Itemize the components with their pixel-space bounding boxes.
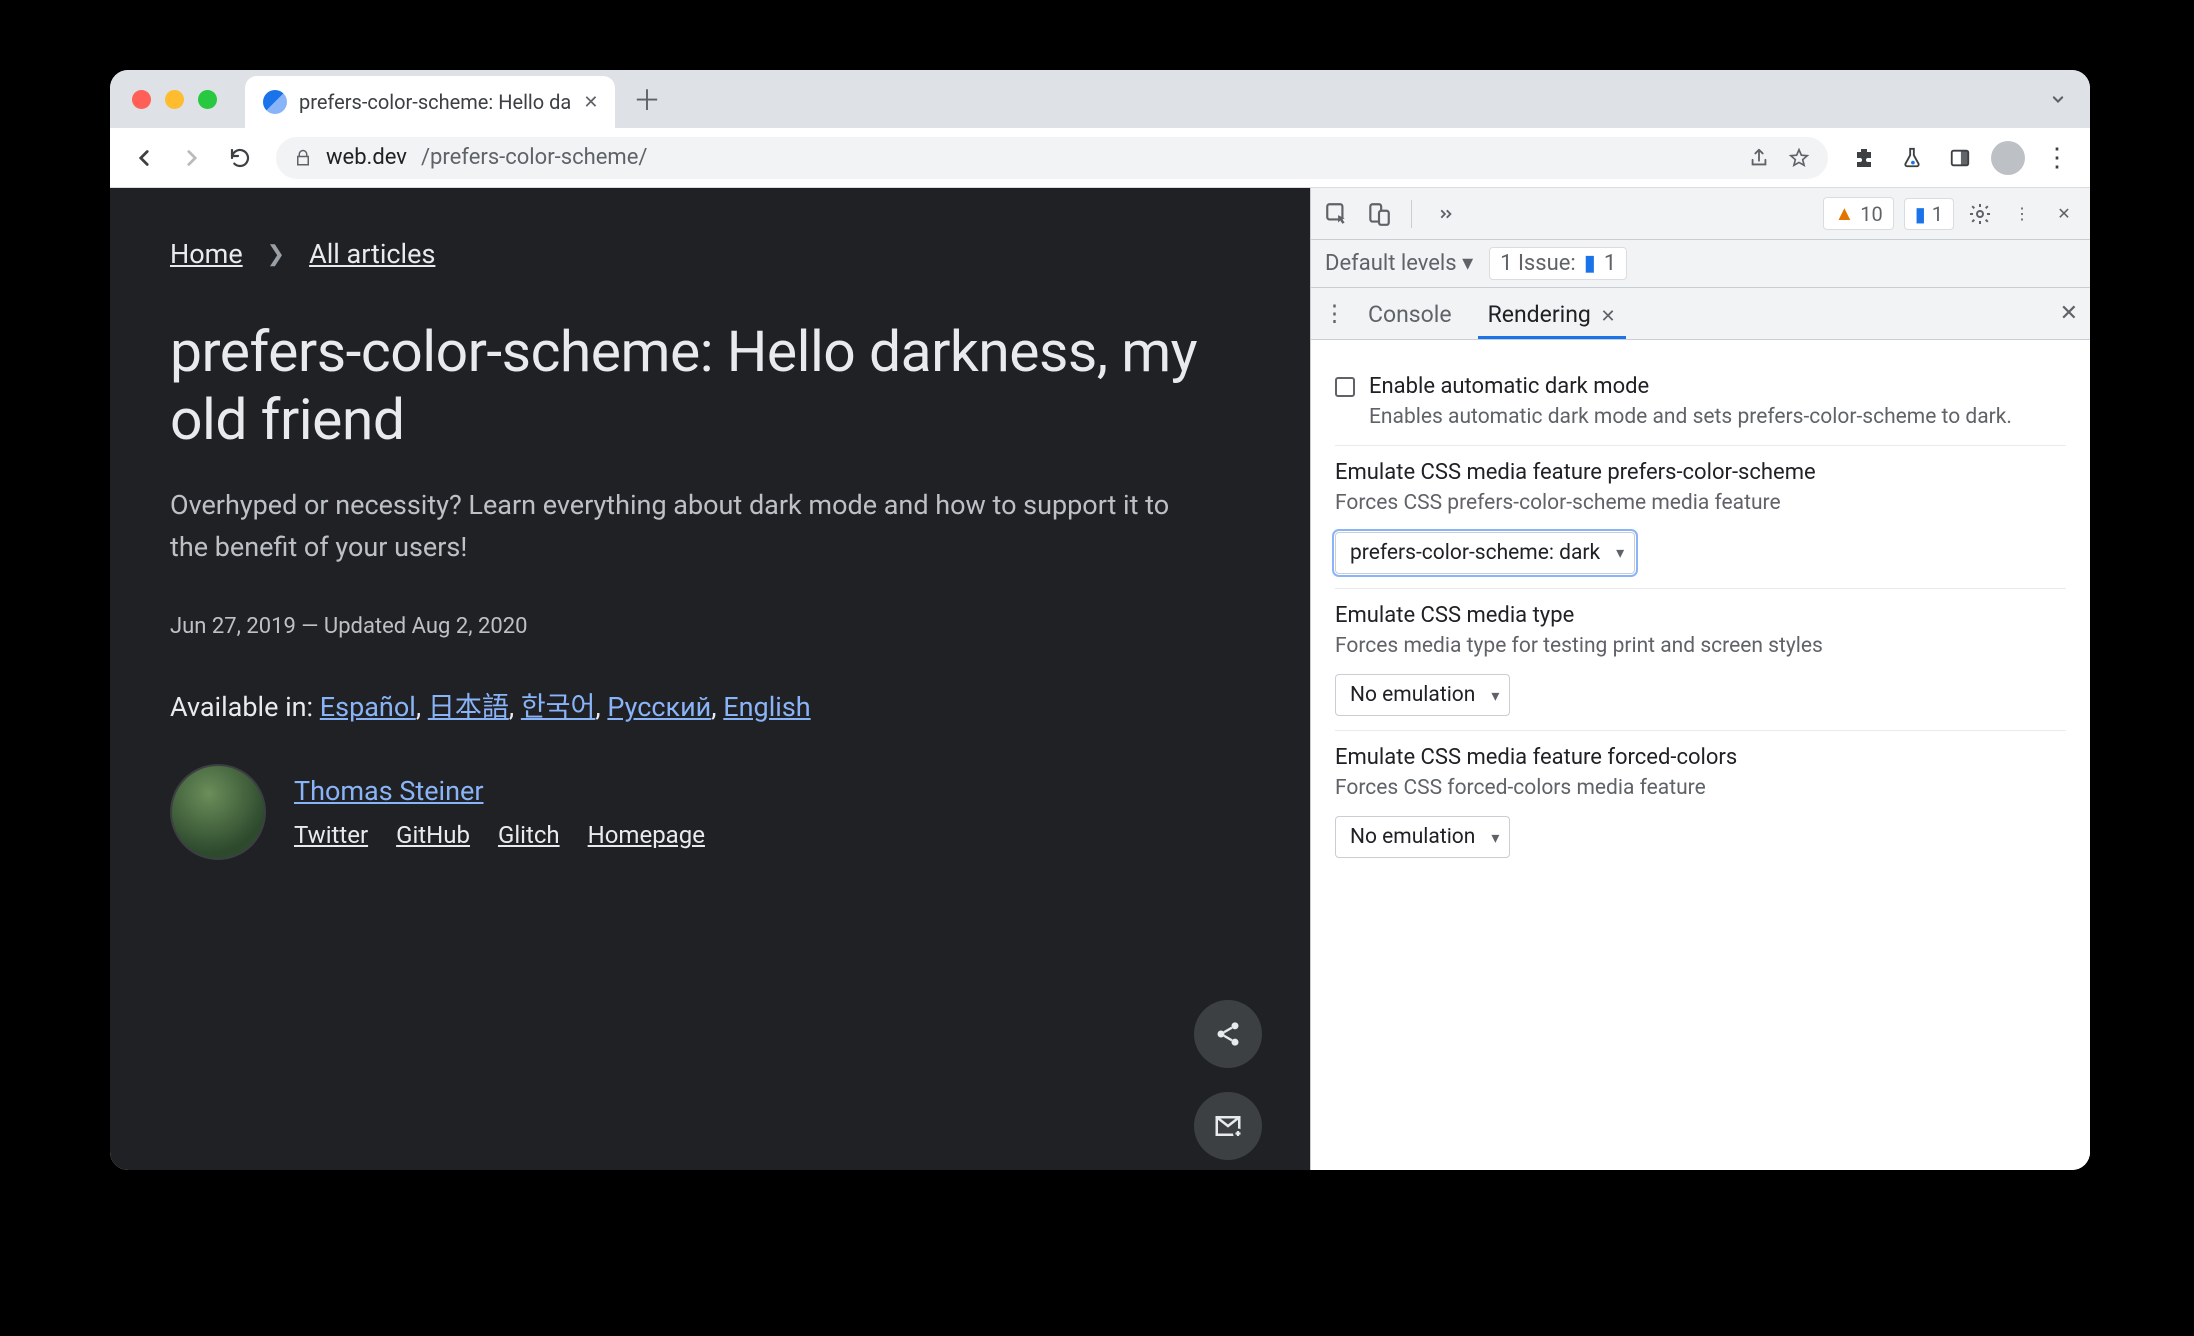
infos-badge[interactable]: ▮1 — [1904, 198, 1954, 230]
option-title: Emulate CSS media type — [1335, 603, 2066, 628]
page-title: prefers-color-scheme: Hello darkness, my… — [170, 318, 1250, 455]
log-levels-dropdown[interactable]: Default levels ▾ — [1325, 251, 1473, 276]
option-auto-dark: Enable automatic dark mode Enables autom… — [1335, 360, 2066, 446]
console-filter-bar: Default levels ▾ 1 Issue: ▮ 1 — [1311, 240, 2090, 288]
lang-link[interactable]: Español — [320, 691, 416, 723]
author-avatar[interactable] — [170, 764, 266, 860]
side-panel-icon[interactable] — [1940, 138, 1980, 178]
labs-icon[interactable] — [1892, 138, 1932, 178]
more-tabs-icon[interactable] — [1428, 198, 1460, 230]
profile-button[interactable] — [1988, 138, 2028, 178]
close-window-button[interactable] — [132, 90, 151, 109]
select-media-type[interactable]: No emulation — [1335, 674, 1510, 716]
option-desc: Forces media type for testing print and … — [1335, 632, 2066, 660]
back-button[interactable] — [124, 138, 164, 178]
bookmark-star-icon[interactable] — [1788, 147, 1810, 169]
reload-button[interactable] — [220, 138, 260, 178]
author-block: Thomas Steiner Twitter GitHub Glitch Hom… — [170, 764, 1250, 860]
main-split: Home ❯ All articles prefers-color-scheme… — [110, 188, 2090, 1170]
chevron-right-icon: ❯ — [267, 242, 285, 267]
forward-button[interactable] — [172, 138, 212, 178]
maximize-window-button[interactable] — [198, 90, 217, 109]
author-link-glitch[interactable]: Glitch — [498, 821, 560, 849]
select-forced-colors[interactable]: No emulation — [1335, 816, 1510, 858]
browser-window: prefers-color-scheme: Hello da ✕ ＋ web.d… — [110, 70, 2090, 1170]
infos-count: 1 — [1932, 202, 1943, 226]
issue-icon: ▮ — [1584, 251, 1596, 276]
lang-link[interactable]: 日本語 — [428, 691, 509, 723]
drawer-close-button[interactable]: ✕ — [2060, 301, 2078, 326]
option-title: Enable automatic dark mode — [1369, 374, 2012, 399]
option-forced-colors: Emulate CSS media feature forced-colors … — [1335, 731, 2066, 872]
author-name-link[interactable]: Thomas Steiner — [294, 775, 705, 807]
warnings-count: 10 — [1860, 202, 1882, 226]
info-icon: ▮ — [1915, 202, 1926, 226]
page-dateline: Jun 27, 2019 — Updated Aug 2, 2020 — [170, 614, 1250, 639]
share-icon[interactable] — [1748, 147, 1770, 169]
author-link-twitter[interactable]: Twitter — [294, 821, 368, 849]
extensions-button[interactable] — [1844, 138, 1884, 178]
devtools-toolbar: ▲10 ▮1 ⋮ ✕ — [1311, 188, 2090, 240]
drawer-menu-icon[interactable]: ⋮ — [1323, 300, 1346, 327]
devtools-menu-icon[interactable]: ⋮ — [2006, 198, 2038, 230]
devtools-close-button[interactable]: ✕ — [2048, 198, 2080, 230]
lang-link[interactable]: 한국어 — [521, 691, 596, 723]
option-desc: Forces CSS prefers-color-scheme media fe… — [1335, 489, 2066, 517]
breadcrumb: Home ❯ All articles — [170, 238, 1250, 270]
page-subtitle: Overhyped or necessity? Learn everything… — [170, 485, 1200, 569]
url-path: /prefers-color-scheme/ — [421, 145, 647, 170]
breadcrumb-home[interactable]: Home — [170, 238, 243, 270]
lang-link[interactable]: Русский — [607, 691, 711, 723]
subscribe-fab[interactable] — [1194, 1092, 1262, 1160]
warning-icon: ▲ — [1834, 201, 1854, 226]
option-desc: Enables automatic dark mode and sets pre… — [1369, 403, 2012, 431]
option-media-type: Emulate CSS media type Forces media type… — [1335, 589, 2066, 731]
minimize-window-button[interactable] — [165, 90, 184, 109]
new-tab-button[interactable]: ＋ — [633, 79, 661, 119]
close-icon[interactable]: ✕ — [1601, 306, 1616, 327]
devtools-panel: ▲10 ▮1 ⋮ ✕ Default levels ▾ 1 Issue: ▮ 1… — [1310, 188, 2090, 1170]
favicon-icon — [263, 90, 287, 114]
option-title: Emulate CSS media feature prefers-color-… — [1335, 460, 2066, 485]
menu-button[interactable]: ⋮ — [2036, 138, 2076, 178]
lang-link[interactable]: English — [723, 691, 810, 723]
issues-count: 1 — [1604, 251, 1616, 276]
address-actions — [1748, 147, 1810, 169]
inspect-element-icon[interactable] — [1321, 198, 1353, 230]
browser-toolbar: web.dev/prefers-color-scheme/ ⋮ — [110, 128, 2090, 188]
lock-icon — [294, 149, 312, 167]
tab-title: prefers-color-scheme: Hello da — [299, 90, 571, 114]
breadcrumb-all-articles[interactable]: All articles — [309, 238, 435, 270]
tab-console[interactable]: Console — [1354, 289, 1466, 338]
tab-rendering[interactable]: Rendering ✕ — [1474, 289, 1630, 338]
tab-close-button[interactable]: ✕ — [583, 92, 598, 113]
author-link-github[interactable]: GitHub — [396, 821, 470, 849]
drawer-tabs: ⋮ Console Rendering ✕ ✕ — [1311, 288, 2090, 340]
issues-label: 1 Issue: — [1500, 251, 1576, 276]
option-desc: Forces CSS forced-colors media feature — [1335, 774, 2066, 802]
page-content: Home ❯ All articles prefers-color-scheme… — [110, 188, 1310, 1170]
tab-bar: prefers-color-scheme: Hello da ✕ ＋ — [110, 70, 2090, 128]
option-title: Emulate CSS media feature forced-colors — [1335, 745, 2066, 770]
checkbox-auto-dark[interactable] — [1335, 377, 1355, 397]
option-prefers-color-scheme: Emulate CSS media feature prefers-color-… — [1335, 446, 2066, 588]
device-toolbar-icon[interactable] — [1363, 198, 1395, 230]
select-prefers-color-scheme[interactable]: prefers-color-scheme: dark — [1335, 532, 1635, 574]
browser-tab[interactable]: prefers-color-scheme: Hello da ✕ — [245, 76, 615, 128]
tabs-dropdown-button[interactable] — [2048, 89, 2068, 109]
warnings-badge[interactable]: ▲10 — [1823, 197, 1893, 230]
author-link-homepage[interactable]: Homepage — [588, 821, 705, 849]
settings-icon[interactable] — [1964, 198, 1996, 230]
rendering-panel: Enable automatic dark mode Enables autom… — [1311, 340, 2090, 1170]
share-fab[interactable] — [1194, 1000, 1262, 1068]
url-domain: web.dev — [326, 145, 407, 170]
issues-badge[interactable]: 1 Issue: ▮ 1 — [1489, 247, 1627, 280]
address-bar[interactable]: web.dev/prefers-color-scheme/ — [276, 137, 1828, 179]
language-list: Available in: Español, 日本語, 한국어, Русский… — [170, 685, 1250, 724]
floating-actions — [1194, 1000, 1262, 1160]
available-in-label: Available in: — [170, 691, 320, 723]
traffic-lights — [132, 90, 217, 109]
